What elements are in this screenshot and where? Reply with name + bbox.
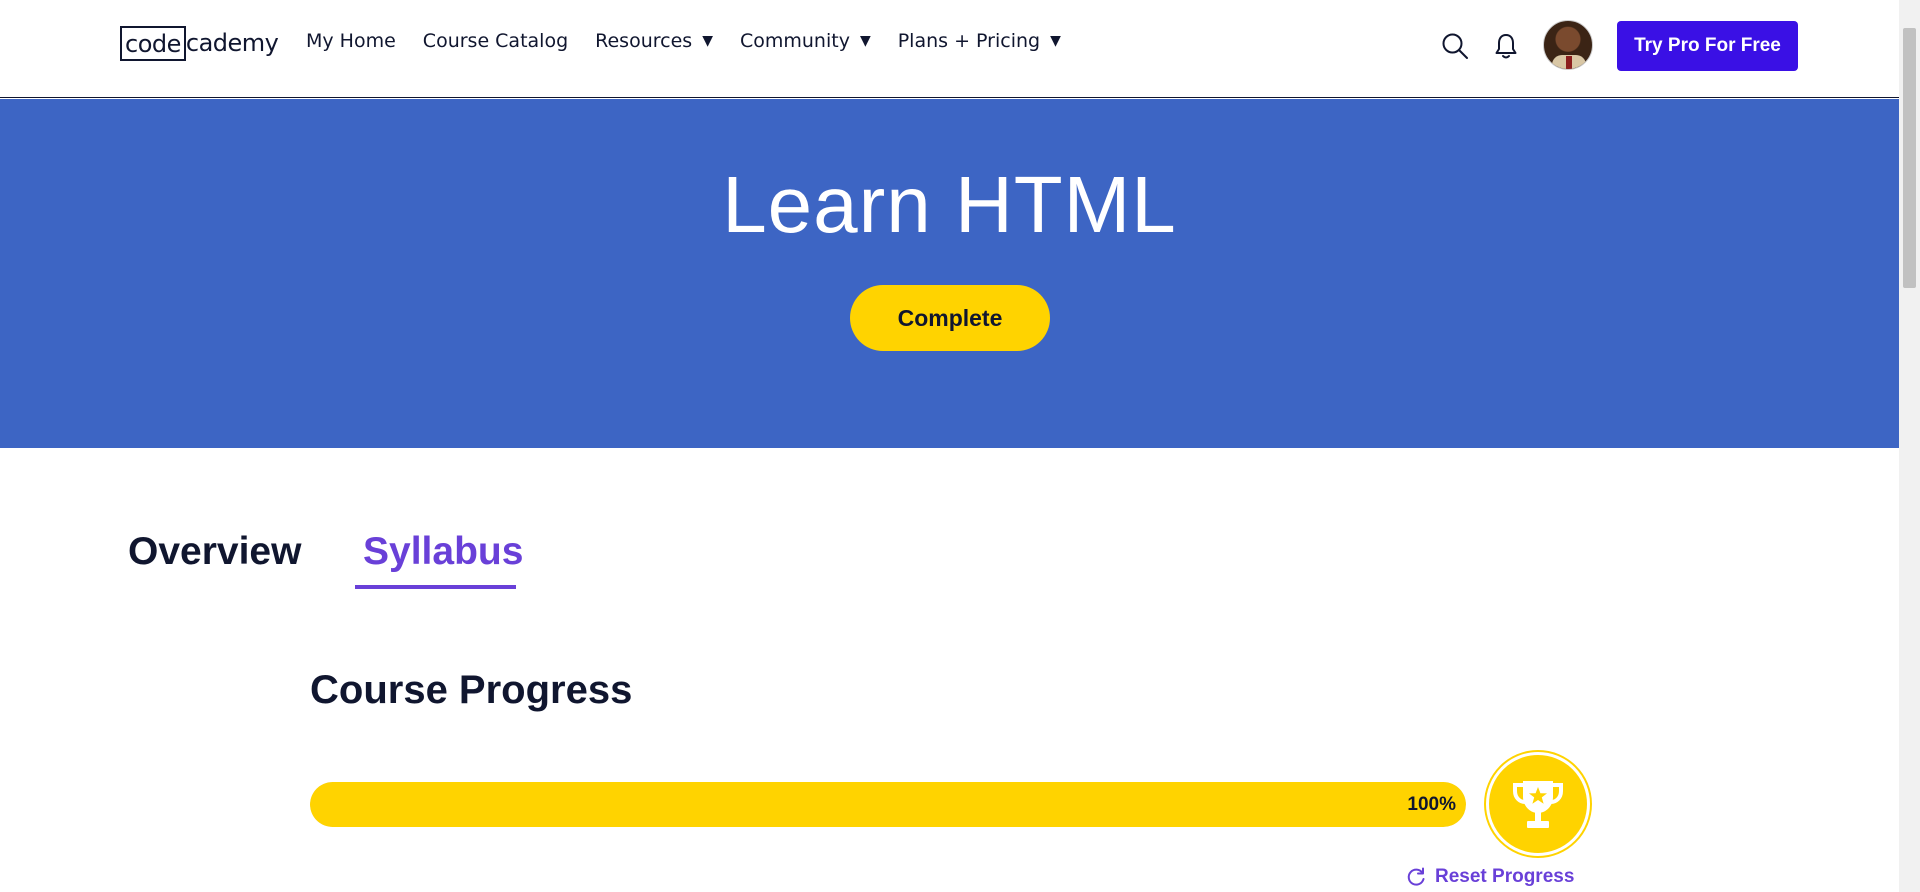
nav-my-home[interactable]: My Home [306,30,396,52]
nav-resources-label: Resources [595,30,693,52]
progress-bar [310,782,1466,827]
completion-badge [1486,752,1590,856]
nav-my-home-label: My Home [306,30,396,52]
codecademy-logo[interactable]: code cademy [120,25,279,61]
caret-down-icon: ▼ [1050,33,1061,49]
nav-plans-pricing-dropdown[interactable]: Plans + Pricing ▼ [898,30,1061,52]
user-avatar[interactable] [1543,20,1593,70]
reset-progress-label: Reset Progress [1435,866,1575,887]
nav-resources-dropdown[interactable]: Resources ▼ [595,30,713,52]
course-status-button[interactable]: Complete [850,285,1050,351]
bell-icon [1495,34,1517,59]
tab-overview[interactable]: Overview [128,530,301,574]
avatar-tie [1566,56,1572,69]
course-hero: Learn HTML Complete [0,99,1899,448]
refresh-icon [1407,867,1425,886]
caret-down-icon: ▼ [702,33,713,49]
search-button[interactable] [1437,28,1473,64]
course-title: Learn HTML [722,160,1177,249]
scrollbar-thumb[interactable] [1903,28,1916,288]
primary-nav: My Home Course Catalog Resources ▼ Commu… [306,30,1088,52]
nav-community-label: Community [739,30,850,52]
course-progress-heading: Course Progress [310,668,633,712]
active-tab-indicator [355,585,516,589]
trophy-icon [1513,781,1563,828]
logo-code-box: code [120,25,186,61]
nav-plans-pricing-label: Plans + Pricing [897,30,1041,52]
caret-down-icon: ▼ [859,33,871,49]
notifications-button[interactable] [1488,28,1524,64]
top-navbar: code cademy My Home Course Catalog Resour… [0,0,1899,98]
nav-community-dropdown[interactable]: Community ▼ [740,30,871,52]
try-pro-button[interactable]: Try Pro For Free [1617,21,1798,71]
progress-percent-label: 100% [1407,794,1456,815]
tab-syllabus[interactable]: Syllabus [363,530,523,574]
search-icon [1442,33,1468,59]
progress-bar-fill [310,782,1466,827]
nav-course-catalog[interactable]: Course Catalog [423,30,568,52]
page-scrollbar[interactable] [1899,0,1920,892]
logo-cademy-text: cademy [185,29,279,57]
reset-progress-link[interactable]: Reset Progress [1405,866,1574,888]
nav-course-catalog-label: Course Catalog [422,30,569,52]
